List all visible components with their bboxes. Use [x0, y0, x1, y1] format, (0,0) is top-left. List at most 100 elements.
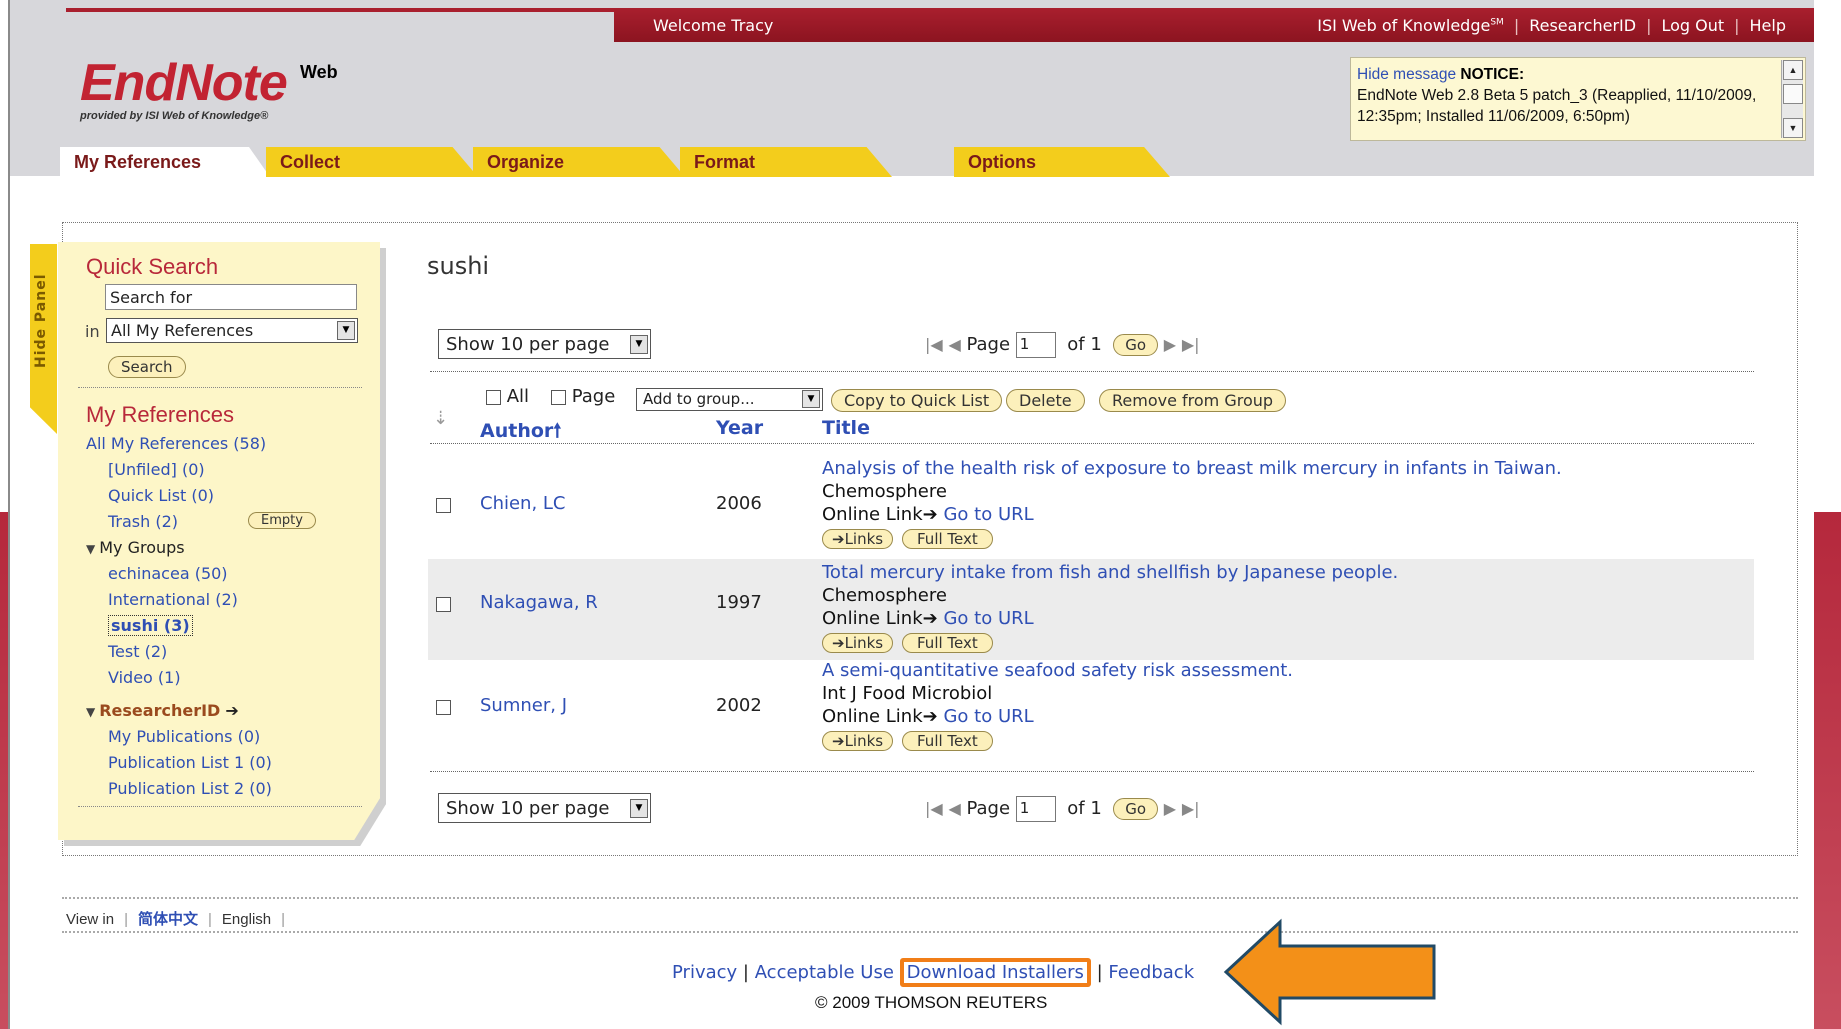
- scroll-thumb[interactable]: [1783, 84, 1803, 104]
- notice-label: NOTICE:: [1460, 66, 1525, 83]
- sidebar-item-trash[interactable]: Trash (2): [108, 512, 178, 531]
- next-page-icon[interactable]: ▶: [1164, 335, 1176, 354]
- go-to-url-link[interactable]: Go to URL: [943, 504, 1033, 525]
- select-page[interactable]: Page: [551, 386, 615, 407]
- link-help[interactable]: Help: [1750, 16, 1786, 35]
- notice-scrollbar[interactable]: ▲ ▼: [1781, 60, 1803, 138]
- tab-collect[interactable]: Collect: [266, 147, 478, 177]
- last-page-icon[interactable]: ▶|: [1182, 799, 1200, 818]
- sidebar-item-rid[interactable]: Publication List 2 (0): [108, 779, 272, 798]
- row-author[interactable]: Chien, LC: [480, 493, 566, 514]
- sidebar-item-all-references[interactable]: All My References (58): [86, 434, 266, 453]
- per-page-select[interactable]: Show 10 per page ▼: [438, 329, 651, 359]
- hide-message-link[interactable]: Hide message: [1357, 66, 1456, 83]
- go-button[interactable]: Go: [1113, 334, 1159, 356]
- page-count: of 1: [1067, 334, 1102, 355]
- sidebar-item-rid[interactable]: My Publications (0): [108, 727, 260, 746]
- checkbox[interactable]: [551, 389, 566, 405]
- go-button[interactable]: Go: [1113, 798, 1159, 820]
- search-input[interactable]: Search for: [105, 284, 357, 310]
- sidebar-item-group-selected[interactable]: sushi (3): [108, 615, 193, 636]
- full-text-button[interactable]: Full Text: [902, 633, 993, 653]
- full-text-button[interactable]: Full Text: [902, 731, 993, 751]
- add-to-group-select[interactable]: Add to group... ▼: [636, 388, 823, 411]
- column-author[interactable]: Author🠕: [480, 417, 561, 449]
- arrow-right-icon: ➔: [922, 608, 938, 629]
- page-input[interactable]: 1: [1015, 796, 1056, 822]
- link-log-out[interactable]: Log Out: [1661, 16, 1724, 35]
- row-title[interactable]: Analysis of the health risk of exposure …: [822, 458, 1562, 479]
- link-isi-web-of-knowledge[interactable]: ISI Web of KnowledgeSM: [1317, 16, 1504, 35]
- column-title[interactable]: Title: [822, 417, 870, 439]
- go-to-url-link[interactable]: Go to URL: [943, 706, 1033, 727]
- lang-english-link[interactable]: English: [222, 911, 271, 928]
- go-to-url-link[interactable]: Go to URL: [943, 608, 1033, 629]
- arrow-right-icon: ➔: [225, 701, 239, 720]
- sidebar-item-quick-list[interactable]: Quick List (0): [108, 486, 214, 505]
- prev-page-icon[interactable]: ◀: [948, 335, 960, 354]
- sidebar-item-rid[interactable]: Publication List 1 (0): [108, 753, 272, 772]
- sidebar-item-group[interactable]: International (2): [108, 590, 238, 609]
- endnote-logo[interactable]: EndNote Web provided by ISI Web of Knowl…: [80, 57, 338, 122]
- links-button[interactable]: ➔Links: [822, 731, 894, 751]
- search-scope-select[interactable]: All My References ▼: [106, 318, 358, 343]
- per-page-select[interactable]: Show 10 per page ▼: [438, 793, 651, 823]
- tab-organize[interactable]: Organize: [473, 147, 685, 177]
- sidebar-item-group[interactable]: echinacea (50): [108, 564, 228, 583]
- remove-from-group-button[interactable]: Remove from Group: [1099, 389, 1287, 412]
- column-year[interactable]: Year: [716, 417, 763, 439]
- tab-my-references[interactable]: My References: [60, 147, 270, 177]
- my-groups-toggle[interactable]: ▼ My Groups: [86, 538, 185, 557]
- scroll-down-icon[interactable]: ▼: [1783, 118, 1803, 138]
- divider: [78, 387, 362, 388]
- privacy-link[interactable]: Privacy: [672, 962, 737, 983]
- sidebar-item-group[interactable]: Video (1): [108, 668, 181, 687]
- search-button[interactable]: Search: [108, 356, 186, 378]
- copy-to-quick-list-button[interactable]: Copy to Quick List: [831, 389, 1003, 412]
- full-text-button[interactable]: Full Text: [902, 529, 993, 549]
- row-title[interactable]: A semi-quantitative seafood safety risk …: [822, 660, 1293, 681]
- page-input[interactable]: 1: [1015, 332, 1056, 358]
- researcherid-toggle[interactable]: ▼ ResearcherID ➔: [86, 701, 239, 720]
- row-author[interactable]: Sumner, J: [480, 695, 567, 716]
- first-page-icon[interactable]: |◀: [925, 799, 943, 818]
- links-button[interactable]: ➔Links: [822, 633, 894, 653]
- empty-trash-button[interactable]: Empty: [248, 512, 316, 529]
- first-page-icon[interactable]: |◀: [925, 335, 943, 354]
- acceptable-use-link[interactable]: Acceptable Use: [755, 962, 894, 983]
- sidebar-item-unfiled[interactable]: [Unfiled] (0): [108, 460, 205, 479]
- arrow-right-icon: ➔: [922, 504, 938, 525]
- tab-options[interactable]: Options: [954, 147, 1170, 177]
- divider: [62, 931, 1798, 933]
- next-page-icon[interactable]: ▶: [1164, 799, 1176, 818]
- page-label: Page: [966, 334, 1011, 355]
- chevron-down-icon[interactable]: ▼: [630, 335, 648, 354]
- row-title[interactable]: Total mercury intake from fish and shell…: [822, 562, 1398, 583]
- row-checkbox[interactable]: [436, 597, 451, 612]
- hide-panel-tab[interactable]: Hide Panel: [30, 244, 57, 434]
- lang-chinese-link[interactable]: 简体中文: [138, 911, 198, 928]
- feedback-link[interactable]: Feedback: [1108, 962, 1194, 983]
- link-researcherid[interactable]: ResearcherID: [1529, 16, 1636, 35]
- chevron-down-icon[interactable]: ▼: [337, 321, 355, 340]
- tab-format[interactable]: Format: [680, 147, 892, 177]
- scroll-up-icon[interactable]: ▲: [1783, 60, 1803, 80]
- annotation-arrow-icon: [1223, 918, 1436, 1026]
- links-button[interactable]: ➔Links: [822, 529, 894, 549]
- sidebar-item-group[interactable]: Test (2): [108, 642, 167, 661]
- download-installers-link[interactable]: Download Installers: [907, 962, 1084, 983]
- row-year: 2006: [716, 493, 762, 514]
- chevron-down-icon[interactable]: ▼: [802, 390, 820, 408]
- row-author[interactable]: Nakagawa, R: [480, 592, 598, 613]
- row-checkbox[interactable]: [436, 700, 451, 715]
- row-checkbox[interactable]: [436, 498, 451, 513]
- prev-page-icon[interactable]: ◀: [948, 799, 960, 818]
- last-page-icon[interactable]: ▶|: [1182, 335, 1200, 354]
- divider: [62, 897, 1798, 899]
- delete-button[interactable]: Delete: [1006, 389, 1085, 412]
- select-all[interactable]: All: [486, 386, 529, 407]
- top-bar-spacer: [66, 8, 614, 42]
- arrow-right-icon: ➔: [922, 706, 938, 727]
- checkbox[interactable]: [486, 389, 501, 405]
- chevron-down-icon[interactable]: ▼: [630, 799, 648, 818]
